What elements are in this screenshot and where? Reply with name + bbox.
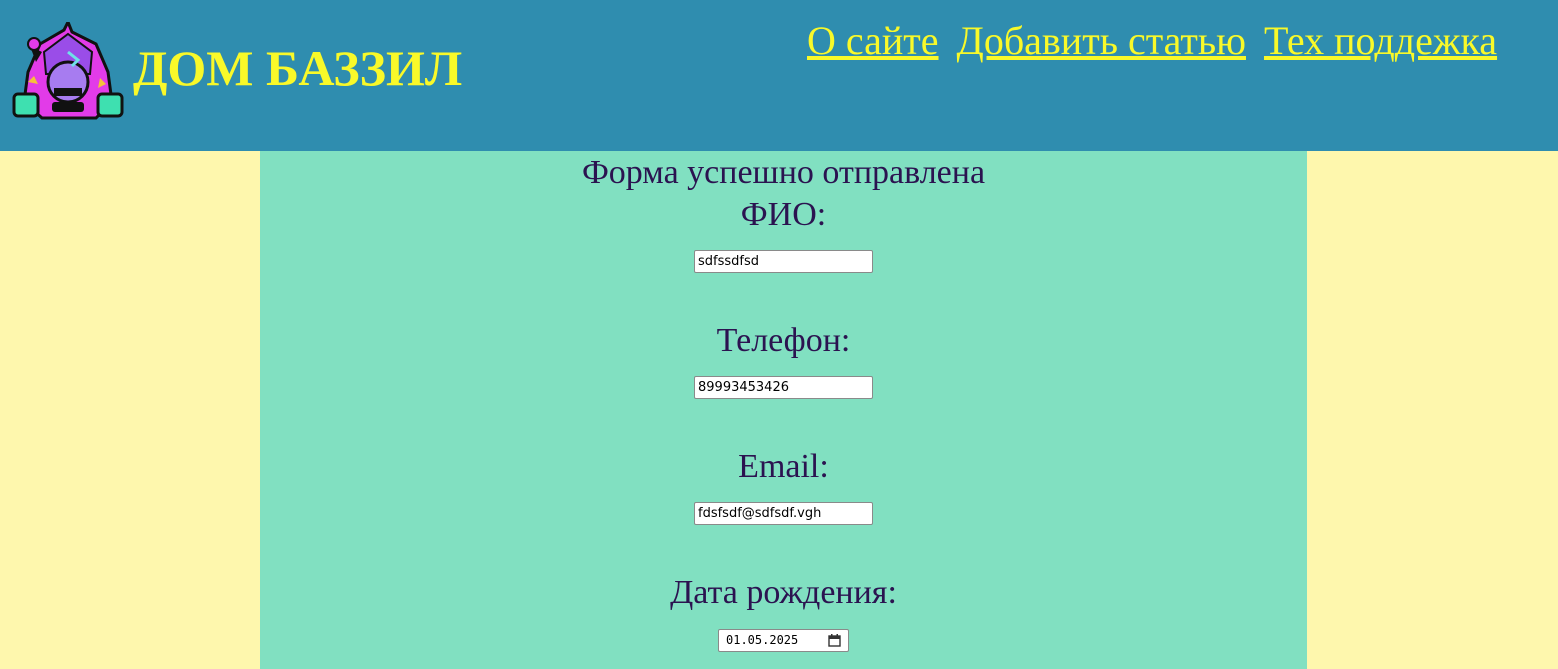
form-panel: Форма успешно отправлена ФИО: Телефон: E… xyxy=(260,151,1307,669)
phone-input[interactable] xyxy=(694,376,873,399)
birth-date-value: 01.05.2025 xyxy=(726,633,799,647)
main-nav: О сайте Добавить статью Тех поддежка xyxy=(807,16,1515,66)
email-label: Email: xyxy=(738,448,829,485)
site-title: ДОМ БАЗЗИЛ xyxy=(133,40,463,96)
phone-label: Телефон: xyxy=(716,322,851,359)
nav-link-add-article[interactable]: Добавить статью xyxy=(957,16,1246,66)
form-status-message: Форма успешно отправлена xyxy=(581,154,986,191)
wizard-mascot-logo-icon[interactable] xyxy=(12,22,124,120)
calendar-icon[interactable] xyxy=(828,634,841,647)
site-header: ДОМ БАЗЗИЛ О сайте Добавить статью Тех под… xyxy=(0,0,1558,151)
email-input[interactable] xyxy=(694,502,873,525)
birth-date-label: Дата рождения: xyxy=(670,574,897,611)
fio-input[interactable] xyxy=(694,250,873,273)
nav-link-support[interactable]: Тех поддежка xyxy=(1264,16,1497,66)
birth-date-input[interactable]: 01.05.2025 xyxy=(718,629,849,652)
nav-link-about[interactable]: О сайте xyxy=(807,16,939,66)
fio-label: ФИО: xyxy=(740,196,827,233)
